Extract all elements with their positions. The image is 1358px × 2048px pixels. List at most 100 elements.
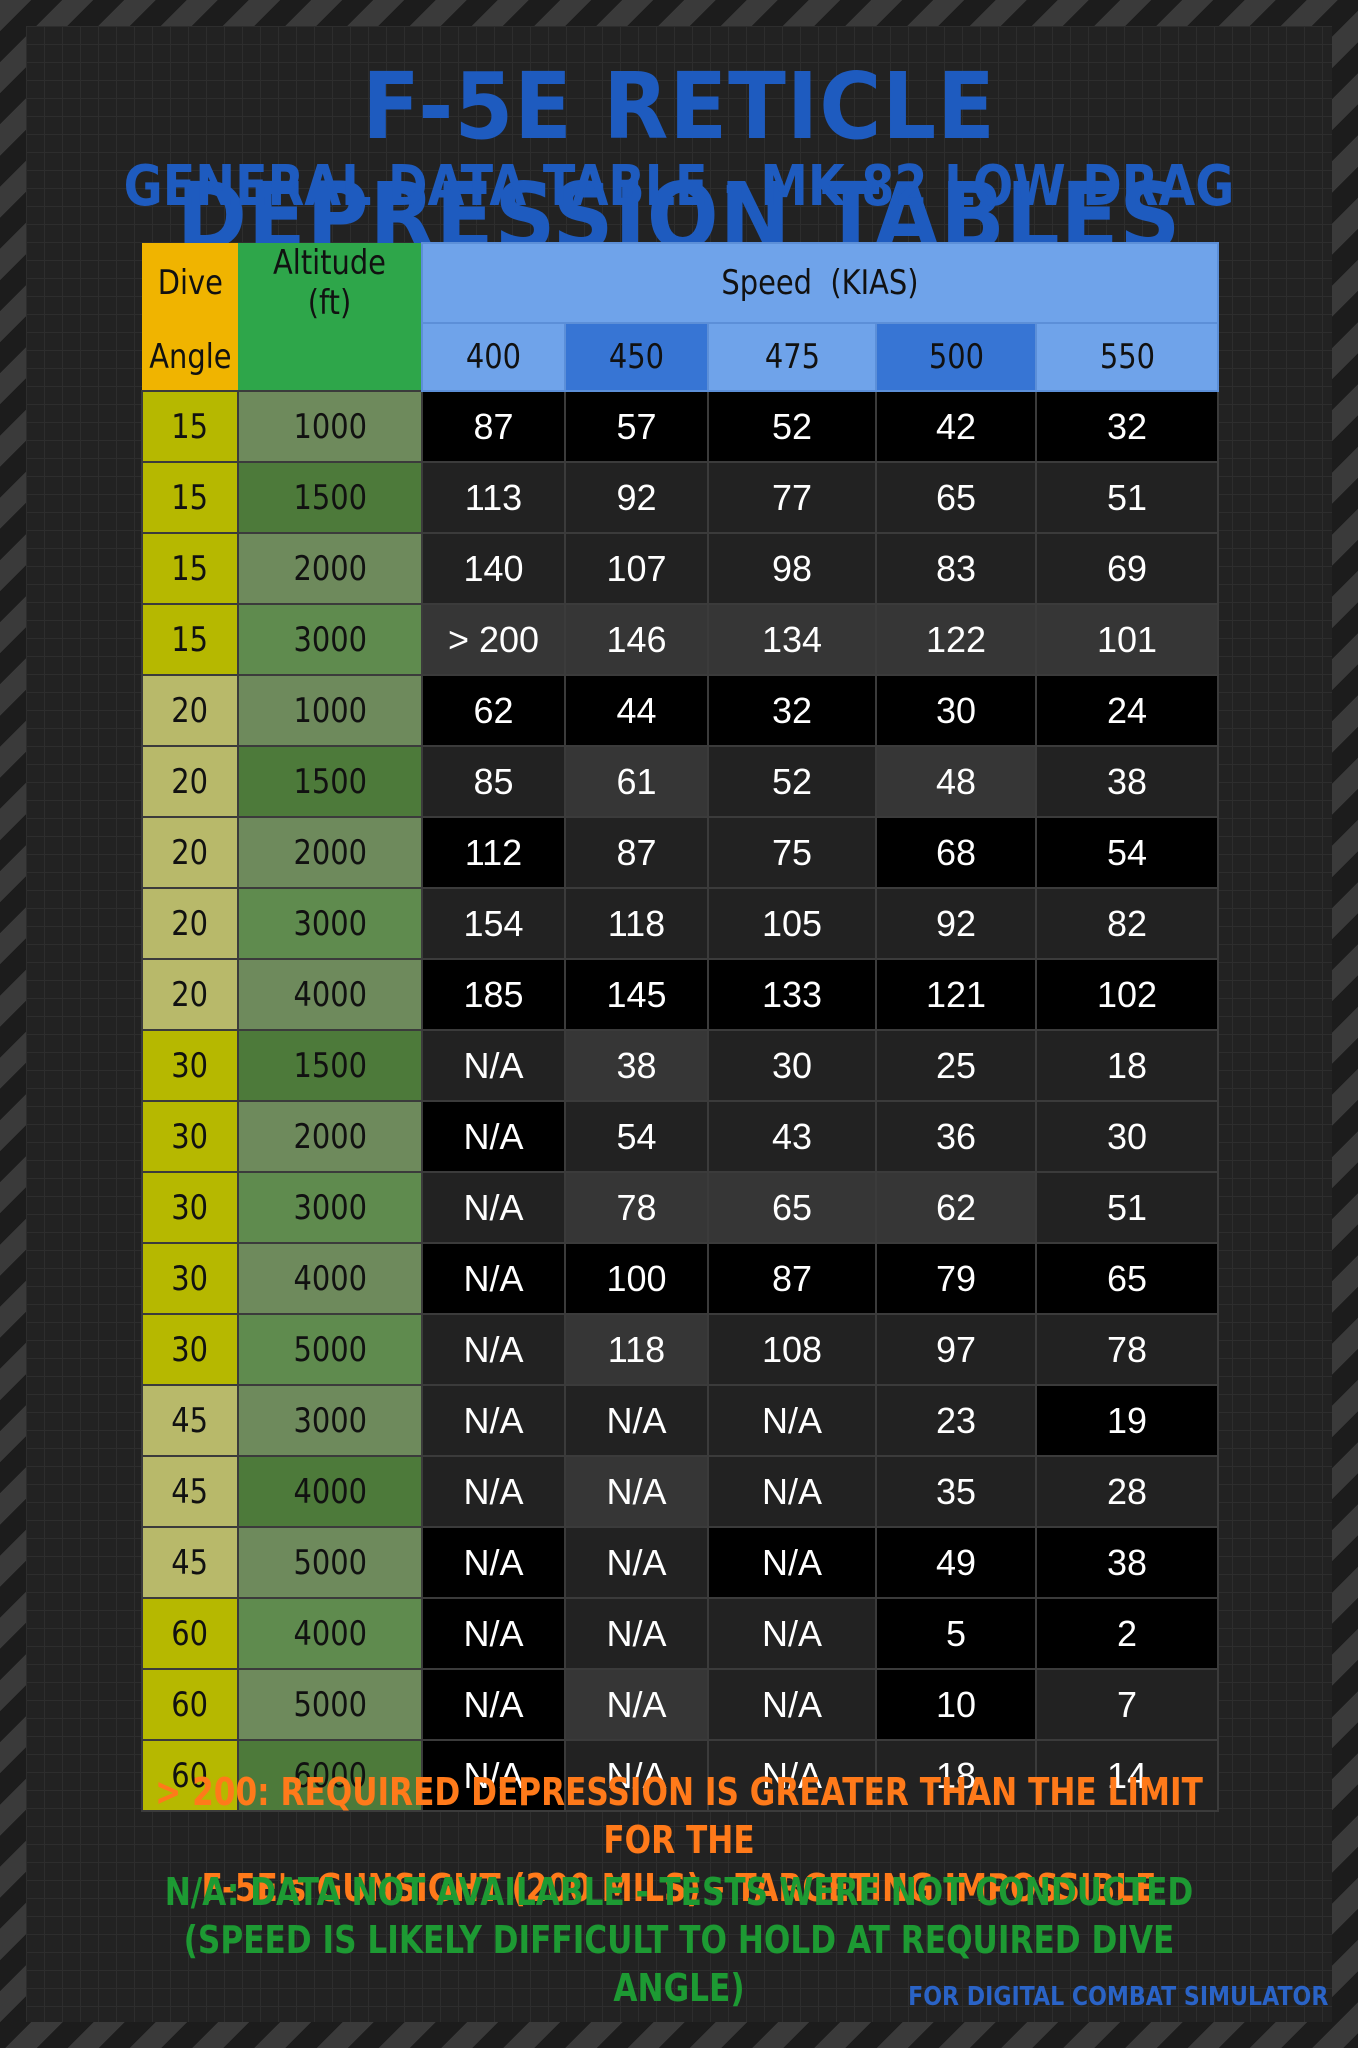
dive-angle-cell: 60 [141,1597,239,1670]
altitude-cell: 2000 [237,816,423,889]
depression-value-cell: 101 [1034,603,1220,676]
depression-value-cell: 122 [875,603,1037,676]
depression-value-cell: 98 [707,532,877,605]
footer-credit: FOR DIGITAL COMBAT SIMULATOR [907,1982,1328,2012]
altitude-value: 1500 [293,1045,367,1086]
dive-angle-value: 15 [171,406,209,447]
depression-value-cell: 38 [1034,1526,1220,1599]
depression-value-cell: 42 [875,390,1037,463]
depression-value-cell: 121 [875,958,1037,1031]
depression-value-cell: 7 [1034,1668,1220,1741]
depression-value-cell: 105 [707,887,877,960]
altitude-value: 4000 [293,1258,367,1299]
speed-column-header: 400 [421,322,566,392]
depression-value-cell: 32 [707,674,877,747]
depression-value-cell: 44 [564,674,709,747]
altitude-cell: 1500 [237,745,423,818]
depression-value-cell: 140 [421,532,566,605]
altitude-value: 3000 [293,1187,367,1228]
speed-column-header: 500 [875,322,1037,392]
speed-column-header: 475 [707,322,877,392]
depression-value-cell: N/A [707,1668,877,1741]
dive-angle-cell: 30 [141,1313,239,1386]
depression-value-cell: N/A [707,1455,877,1528]
speed-value: 450 [608,337,665,377]
depression-value-cell: 32 [1034,390,1220,463]
table-row: 15 3000 > 200 146 134 122 101 [141,603,1220,676]
dive-angle-value: 30 [171,1258,209,1299]
table-row: 15 1000 87 57 52 42 32 [141,390,1220,463]
altitude-value: 3000 [293,903,367,944]
depression-value-cell: 154 [421,887,566,960]
dive-angle-value: 20 [171,832,209,873]
altitude-header: Altitude (ft) [238,243,422,323]
dive-angle-cell: 45 [141,1526,239,1599]
depression-value-cell: 107 [564,532,709,605]
dive-angle-cell: 30 [141,1029,239,1102]
altitude-cell: 2000 [237,1100,423,1173]
altitude-value: 1500 [293,761,367,802]
altitude-cell: 4000 [237,1597,423,1670]
depression-value-cell: 83 [875,532,1037,605]
depression-value-cell: 75 [707,816,877,889]
table-row: 30 4000 N/A 100 87 79 65 [141,1242,1220,1315]
depression-value-cell: 62 [421,674,566,747]
depression-value-cell: 92 [875,887,1037,960]
depression-value-cell: N/A [421,1455,566,1528]
depression-value-cell: N/A [564,1597,709,1670]
dive-angle-cell: 15 [141,390,239,463]
dive-angle-value: 20 [171,974,209,1015]
speed-header-label: Speed (KIAS) [721,263,919,303]
depression-value-cell: 118 [564,887,709,960]
na-note-line-1: N/A: DATA NOT AVAILABLE - TESTS WERE NOT… [164,1870,1194,1914]
depression-value-cell: 102 [1034,958,1220,1031]
depression-value-cell: 133 [707,958,877,1031]
depression-value-cell: 87 [564,816,709,889]
dive-angle-value: 30 [171,1329,209,1370]
depression-value-cell: N/A [564,1384,709,1457]
altitude-cell: 4000 [237,1242,423,1315]
speed-header: Speed (KIAS) [420,242,1220,324]
speed-value: 550 [1099,337,1155,377]
depression-value-cell: 18 [1034,1029,1220,1102]
depression-value-cell: N/A [564,1455,709,1528]
dive-header-label: Dive [157,263,223,303]
table-row: 30 2000 N/A 54 43 36 30 [141,1100,1220,1173]
depression-value-cell: 5 [875,1597,1037,1670]
depression-value-cell: 51 [1034,1171,1220,1244]
dive-header-2: Angle [142,323,238,391]
table-row: 60 5000 N/A N/A N/A 10 7 [141,1668,1220,1741]
altitude-cell: 5000 [237,1526,423,1599]
dive-angle-cell: 45 [141,1455,239,1528]
dive-angle-cell: 15 [141,461,239,534]
depression-value-cell: N/A [421,1242,566,1315]
depression-value-cell: 30 [707,1029,877,1102]
altitude-value: 4000 [293,974,367,1015]
altitude-value: 1000 [293,690,367,731]
depression-value-cell: 87 [421,390,566,463]
dive-angle-value: 15 [171,619,209,660]
depression-value-cell: N/A [564,1526,709,1599]
depression-value-cell: 19 [1034,1384,1220,1457]
dive-angle-cell: 30 [141,1171,239,1244]
dive-angle-value: 30 [171,1045,209,1086]
altitude-cell: 3000 [237,603,423,676]
depression-value-cell: 113 [421,461,566,534]
speed-value: 500 [928,337,984,377]
table-row: 45 3000 N/A N/A N/A 23 19 [141,1384,1220,1457]
dive-angle-cell: 45 [141,1384,239,1457]
depression-value-cell: N/A [421,1100,566,1173]
dive-angle-cell: 60 [141,1668,239,1741]
depression-value-cell: 68 [875,816,1037,889]
depression-value-cell: 78 [564,1171,709,1244]
depression-value-cell: N/A [421,1029,566,1102]
altitude-cell: 1000 [237,390,423,463]
table-row: 30 1500 N/A 38 30 25 18 [141,1029,1220,1102]
depression-value-cell: 36 [875,1100,1037,1173]
dive-angle-value: 20 [171,903,209,944]
depression-value-cell: 28 [1034,1455,1220,1528]
depression-value-cell: N/A [421,1171,566,1244]
table-row: 15 1500 113 92 77 65 51 [141,461,1220,534]
table-row: 45 4000 N/A N/A N/A 35 28 [141,1455,1220,1528]
table-row: 30 5000 N/A 118 108 97 78 [141,1313,1220,1386]
